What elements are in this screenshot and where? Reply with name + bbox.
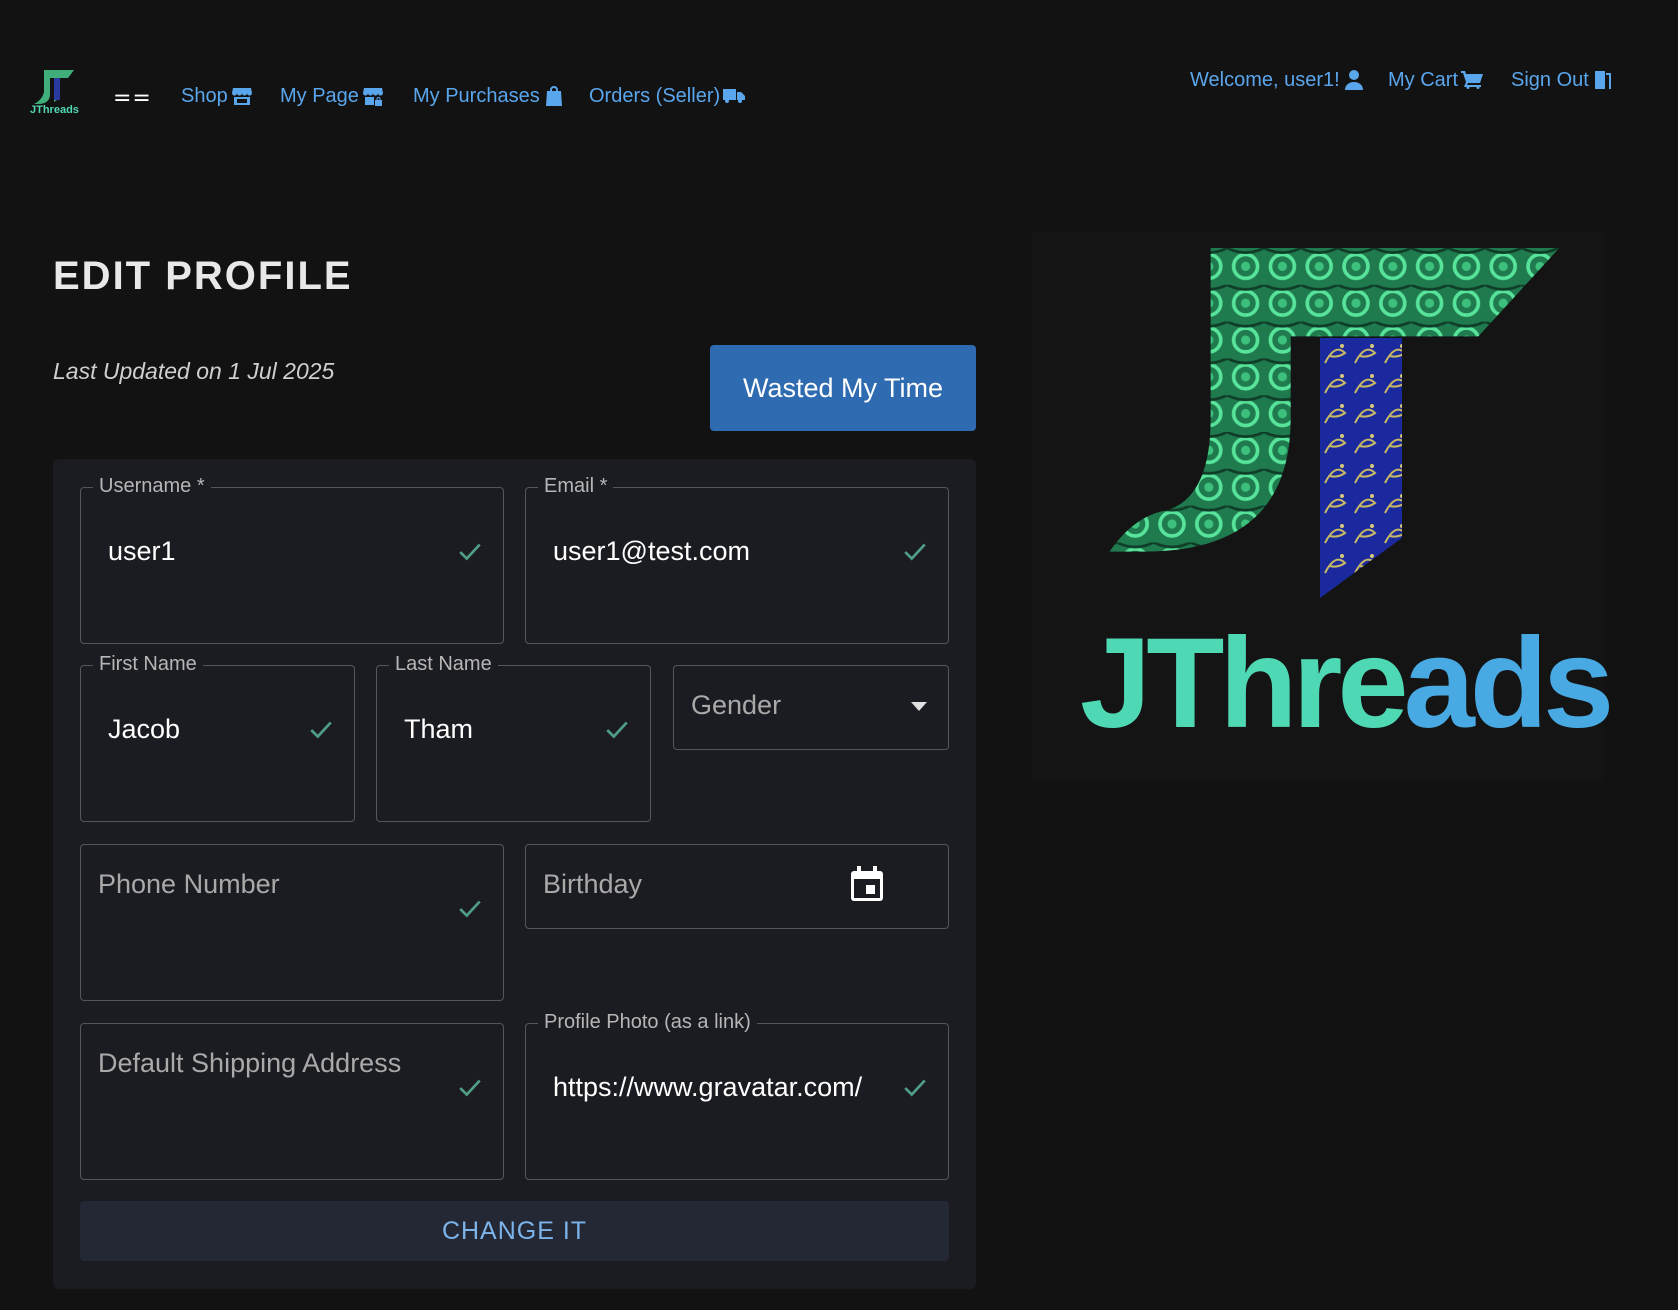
check-icon: [457, 895, 483, 921]
check-icon: [902, 538, 928, 564]
edit-profile-form: Username * user1 Email * user1@test.com …: [53, 459, 976, 1289]
my-cart-label: My Cart: [1388, 68, 1458, 91]
cart-icon: [1461, 71, 1483, 89]
store-icon: [231, 88, 252, 105]
shipping-address-field[interactable]: Default Shipping Address: [80, 1023, 504, 1180]
nav-link-my-page-label: My Page: [280, 84, 359, 107]
nav-link-my-page[interactable]: My Page: [280, 84, 385, 108]
email-required-mark: *: [599, 475, 608, 497]
first-name-input[interactable]: Jacob: [108, 714, 180, 745]
user-icon: [1344, 70, 1363, 90]
phone-number-input[interactable]: Phone Number: [98, 869, 280, 900]
jthreads-wordmark: JThreads: [1080, 620, 1614, 748]
nav-link-shop[interactable]: Shop: [181, 84, 254, 108]
wasted-my-time-button[interactable]: Wasted My Time: [710, 345, 976, 431]
sign-out-label: Sign Out: [1511, 68, 1589, 91]
gender-placeholder: Gender: [691, 690, 782, 720]
check-icon: [604, 716, 630, 742]
email-label: Email *: [538, 475, 614, 498]
check-icon: [308, 716, 334, 742]
dropdown-arrow-icon: [911, 702, 927, 711]
username-field[interactable]: Username * user1: [80, 475, 504, 644]
username-label-text: Username: [99, 475, 192, 497]
sign-out-link[interactable]: Sign Out: [1511, 68, 1615, 92]
calendar-icon[interactable]: [849, 865, 885, 903]
gender-select[interactable]: Gender: [673, 665, 949, 750]
nav-link-shop-label: Shop: [181, 84, 228, 107]
nav-link-orders-seller[interactable]: Orders (Seller): [589, 84, 746, 108]
jthreads-logo-mark-large: [1109, 248, 1560, 598]
username-input[interactable]: user1: [108, 536, 176, 567]
profile-photo-field[interactable]: Profile Photo (as a link) https://www.gr…: [525, 1011, 949, 1180]
nav-link-orders-seller-label: Orders (Seller): [589, 84, 721, 107]
wordmark-green-part: JThre: [1080, 612, 1409, 755]
truck-icon: [723, 89, 746, 103]
profile-photo-label: Profile Photo (as a link): [538, 1011, 757, 1034]
welcome-user-link[interactable]: Welcome, user1!: [1190, 68, 1366, 92]
door-exit-icon: [1594, 71, 1611, 89]
email-label-text: Email: [544, 475, 595, 497]
wordmark-blue-part: ads: [1403, 612, 1615, 755]
jthreads-logo-small[interactable]: JThreads: [30, 68, 79, 120]
birthday-input[interactable]: Birthday: [543, 869, 642, 900]
last-updated-text: Last Updated on 1 Jul 2025: [53, 358, 335, 384]
check-icon: [902, 1074, 928, 1100]
menu-toggle-button[interactable]: ==: [113, 86, 152, 111]
username-label: Username *: [93, 475, 211, 498]
shipping-address-input[interactable]: Default Shipping Address: [98, 1048, 401, 1079]
check-icon: [457, 1074, 483, 1100]
my-cart-link[interactable]: My Cart: [1388, 68, 1484, 92]
check-icon: [457, 538, 483, 564]
username-required-mark: *: [196, 475, 205, 497]
birthday-field[interactable]: Birthday: [525, 844, 949, 929]
first-name-label: First Name: [93, 653, 203, 676]
nav-link-my-purchases-label: My Purchases: [413, 84, 540, 107]
change-it-button[interactable]: CHANGE IT: [80, 1201, 949, 1261]
email-input[interactable]: user1@test.com: [553, 536, 750, 567]
phone-number-field[interactable]: Phone Number: [80, 844, 504, 1001]
shop-lock-icon: [362, 88, 383, 106]
page-title: EDIT PROFILE: [53, 254, 353, 298]
nav-link-my-purchases[interactable]: My Purchases: [413, 84, 566, 108]
email-field[interactable]: Email * user1@test.com: [525, 475, 949, 644]
shopping-bag-icon: [545, 86, 562, 106]
top-navbar: JThreads == Shop My Page My Purchases Or…: [0, 0, 1678, 190]
last-name-input[interactable]: Tham: [404, 714, 473, 745]
last-name-label: Last Name: [389, 653, 498, 676]
last-name-field[interactable]: Last Name Tham: [376, 653, 651, 822]
logo-small-text: JThreads: [30, 104, 79, 116]
first-name-field[interactable]: First Name Jacob: [80, 653, 355, 822]
profile-photo-input[interactable]: https://www.gravatar.com/: [553, 1072, 881, 1103]
welcome-user-label: Welcome, user1!: [1190, 68, 1340, 91]
